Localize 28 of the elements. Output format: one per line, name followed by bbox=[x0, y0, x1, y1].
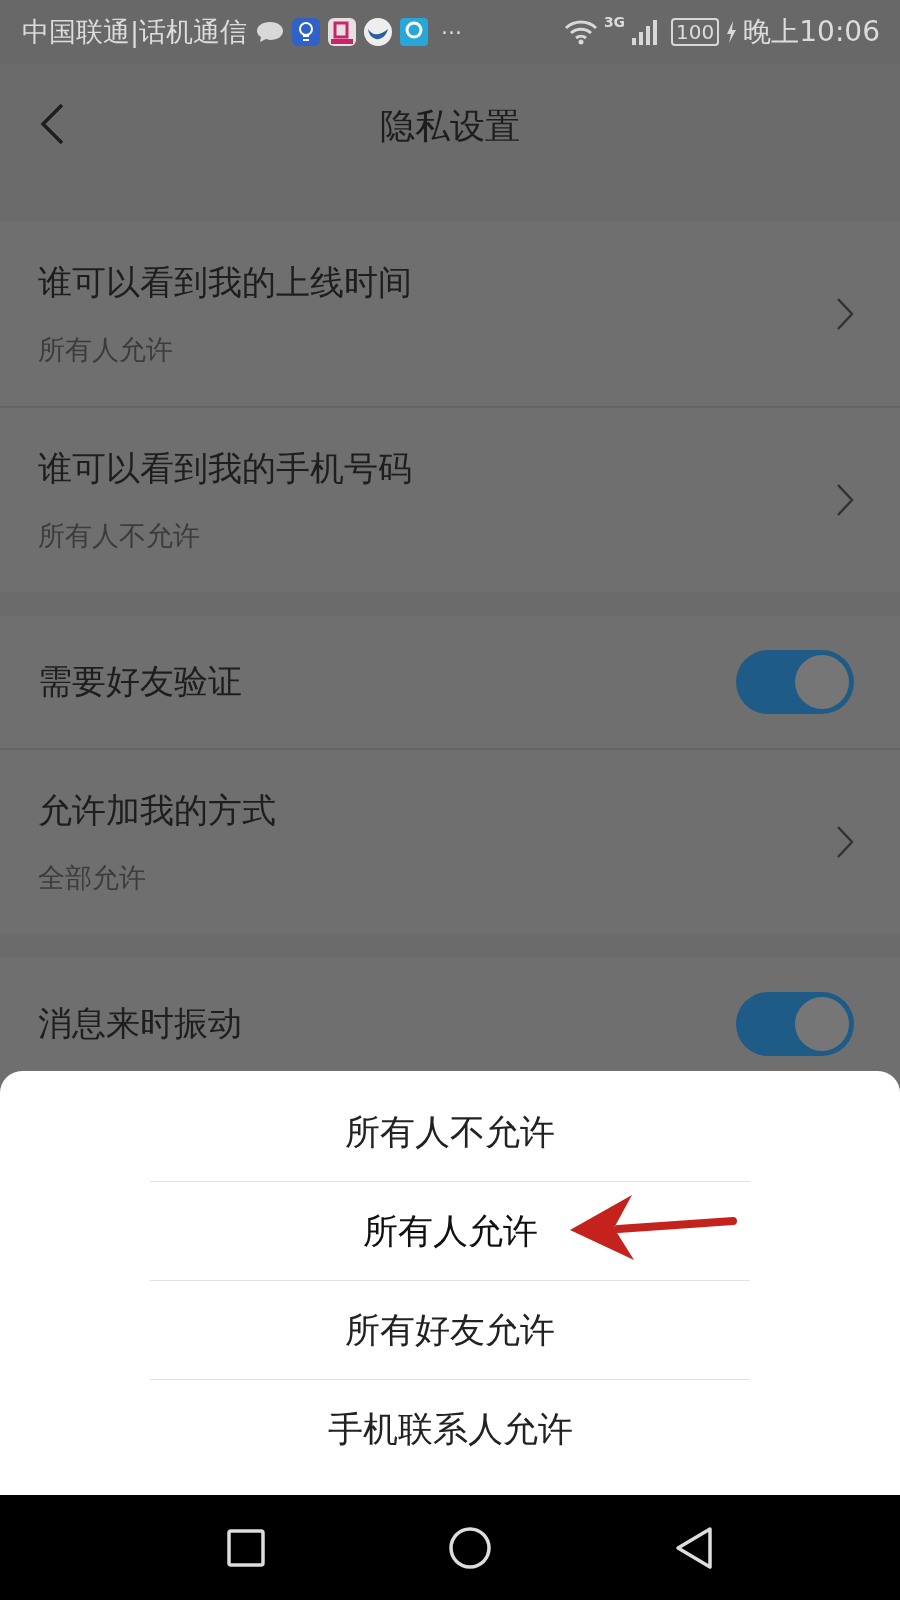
setting-title: 谁可以看到我的上线时间 bbox=[38, 261, 412, 304]
setting-title: 谁可以看到我的手机号码 bbox=[38, 447, 412, 490]
option-item[interactable]: 所有人允许 bbox=[0, 1182, 900, 1280]
signal-icon bbox=[631, 18, 660, 46]
clock: 晚上10:06 bbox=[743, 14, 880, 50]
option-item[interactable]: 所有好友允许 bbox=[0, 1281, 900, 1379]
carrier-name: 中国联通|话机通信 bbox=[22, 15, 248, 50]
setting-title: 消息来时振动 bbox=[38, 1002, 242, 1045]
option-item[interactable]: 手机联系人允许 bbox=[0, 1380, 900, 1478]
chat-bubble-icon bbox=[255, 19, 286, 45]
setting-row[interactable]: 需要好友验证 bbox=[0, 616, 900, 748]
charging-icon bbox=[725, 20, 738, 44]
chevron-right-icon bbox=[836, 297, 854, 331]
home-icon[interactable] bbox=[448, 1525, 492, 1570]
recent-apps-icon[interactable] bbox=[226, 1527, 266, 1568]
more-notifications: ··· bbox=[441, 19, 463, 45]
chevron-right-icon bbox=[836, 825, 854, 859]
back-triangle-icon[interactable] bbox=[674, 1525, 714, 1570]
page-title: 隐私设置 bbox=[380, 104, 520, 148]
wifi-icon bbox=[563, 19, 598, 45]
setting-title: 允许加我的方式 bbox=[38, 789, 276, 832]
network-type: 3G bbox=[603, 14, 626, 30]
app-icon bbox=[399, 17, 430, 47]
battery-level: 100 bbox=[671, 18, 720, 46]
app-icon bbox=[327, 17, 358, 47]
chevron-right-icon bbox=[836, 483, 854, 517]
lightbulb-icon bbox=[291, 17, 322, 47]
setting-title: 需要好友验证 bbox=[38, 660, 242, 703]
